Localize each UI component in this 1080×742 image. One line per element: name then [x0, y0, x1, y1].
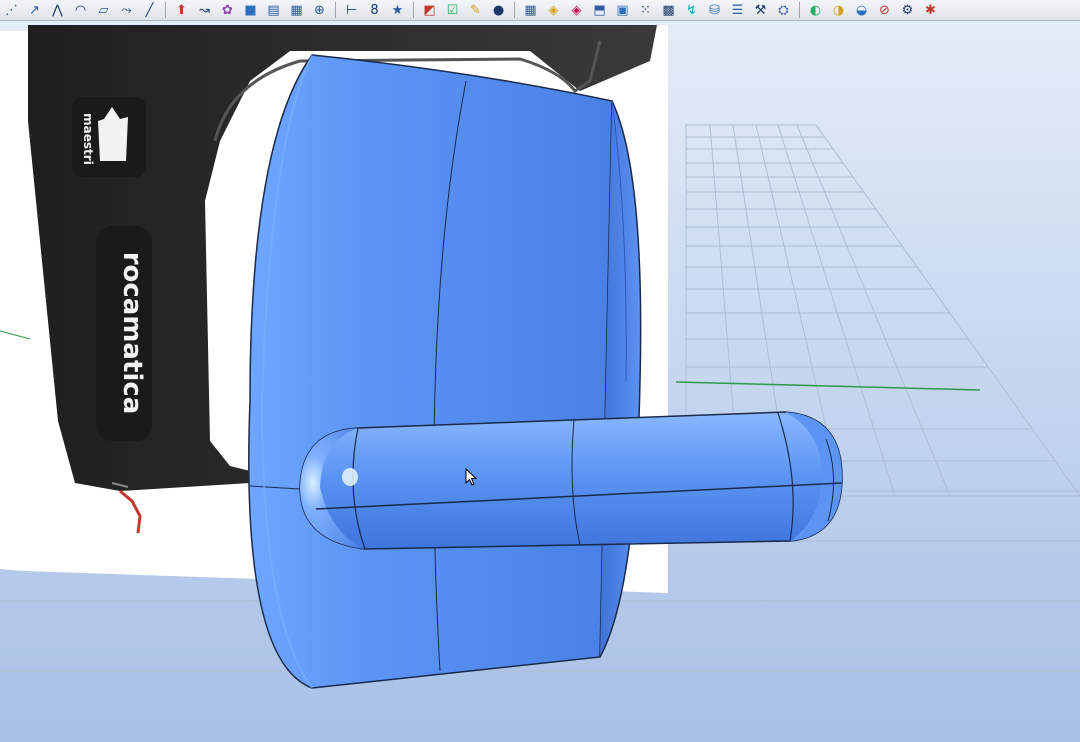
toolbar-separator: [335, 2, 336, 18]
toolbar-separator: [799, 2, 800, 18]
toolbar-separator: [413, 2, 414, 18]
knob-drum[interactable]: [248, 54, 642, 689]
join-icon[interactable]: ⊢: [343, 2, 360, 19]
flow-icon[interactable]: ↯: [683, 2, 700, 19]
brand-text: rocamatica: [117, 252, 147, 415]
point-icon[interactable]: ⋰: [3, 2, 20, 19]
settings-icon[interactable]: ⚙: [899, 2, 916, 19]
material-sphere-icon[interactable]: ◑: [830, 2, 847, 19]
light-sphere-icon[interactable]: ◒: [853, 2, 870, 19]
toolbar-separator: [165, 2, 166, 18]
box-icon[interactable]: ■: [242, 2, 259, 19]
unroll-icon[interactable]: ⬒: [591, 2, 608, 19]
render-sphere-icon[interactable]: ◐: [807, 2, 824, 19]
grid-icon[interactable]: ▦: [522, 2, 539, 19]
curve-icon[interactable]: ↗: [26, 2, 43, 19]
toolbar-separator: [514, 2, 515, 18]
scene-canvas[interactable]: maestri rocamatica: [0, 21, 1080, 742]
sweep-icon[interactable]: ↝: [196, 2, 213, 19]
explode-icon[interactable]: 8: [366, 2, 383, 19]
rectangle-icon[interactable]: ▱: [95, 2, 112, 19]
mesh-icon[interactable]: ▩: [660, 2, 677, 19]
list-icon[interactable]: ☰: [729, 2, 746, 19]
polyline-icon[interactable]: ⋀: [49, 2, 66, 19]
extrude-icon[interactable]: ⬆: [173, 2, 190, 19]
paint-icon[interactable]: ✎: [467, 2, 484, 19]
network-surface-icon[interactable]: ✿: [219, 2, 236, 19]
sphere-icon[interactable]: ⊕: [311, 2, 328, 19]
fill-icon[interactable]: ●: [490, 2, 507, 19]
bug-icon[interactable]: ✱: [922, 2, 939, 19]
star-icon[interactable]: ★: [389, 2, 406, 19]
main-toolbar: ⋰ ↗ ⋀ ◠ ▱ ⤳ ╱ ⬆ ↝ ✿ ■ ▤ ▦ ⊕ ⊢ 8 ★ ◩ ☑ ✎ ● ▦ ◈ ◈ ⬒ ▣ ⁙ ▩ ↯ ⛁ ☰ ⚒ ⛭ ◐ ◑ ◒ ⊘ ⚙ ✱: [0, 0, 1080, 21]
loft-icon[interactable]: ▤: [265, 2, 282, 19]
freeform-icon[interactable]: ⤳: [118, 2, 135, 19]
knob-handle[interactable]: [299, 411, 843, 550]
points-on-icon[interactable]: ⁙: [637, 2, 654, 19]
tools-icon[interactable]: ⚒: [752, 2, 769, 19]
group-icon[interactable]: ⛭: [775, 2, 792, 19]
patch-icon[interactable]: ▦: [288, 2, 305, 19]
check-icon[interactable]: ☑: [444, 2, 461, 19]
cube-pink-icon[interactable]: ◈: [568, 2, 585, 19]
mouse-cursor-icon: [465, 468, 477, 486]
logo-text: maestri: [81, 113, 95, 165]
perspective-viewport[interactable]: maestri rocamatica: [0, 21, 1080, 742]
no-render-icon[interactable]: ⊘: [876, 2, 893, 19]
arc-icon[interactable]: ◠: [72, 2, 89, 19]
frame-icon[interactable]: ▣: [614, 2, 631, 19]
line-icon[interactable]: ╱: [141, 2, 158, 19]
cube-yellow-icon[interactable]: ◈: [545, 2, 562, 19]
analyze-icon[interactable]: ◩: [421, 2, 438, 19]
cylinder-icon[interactable]: ⛁: [706, 2, 723, 19]
